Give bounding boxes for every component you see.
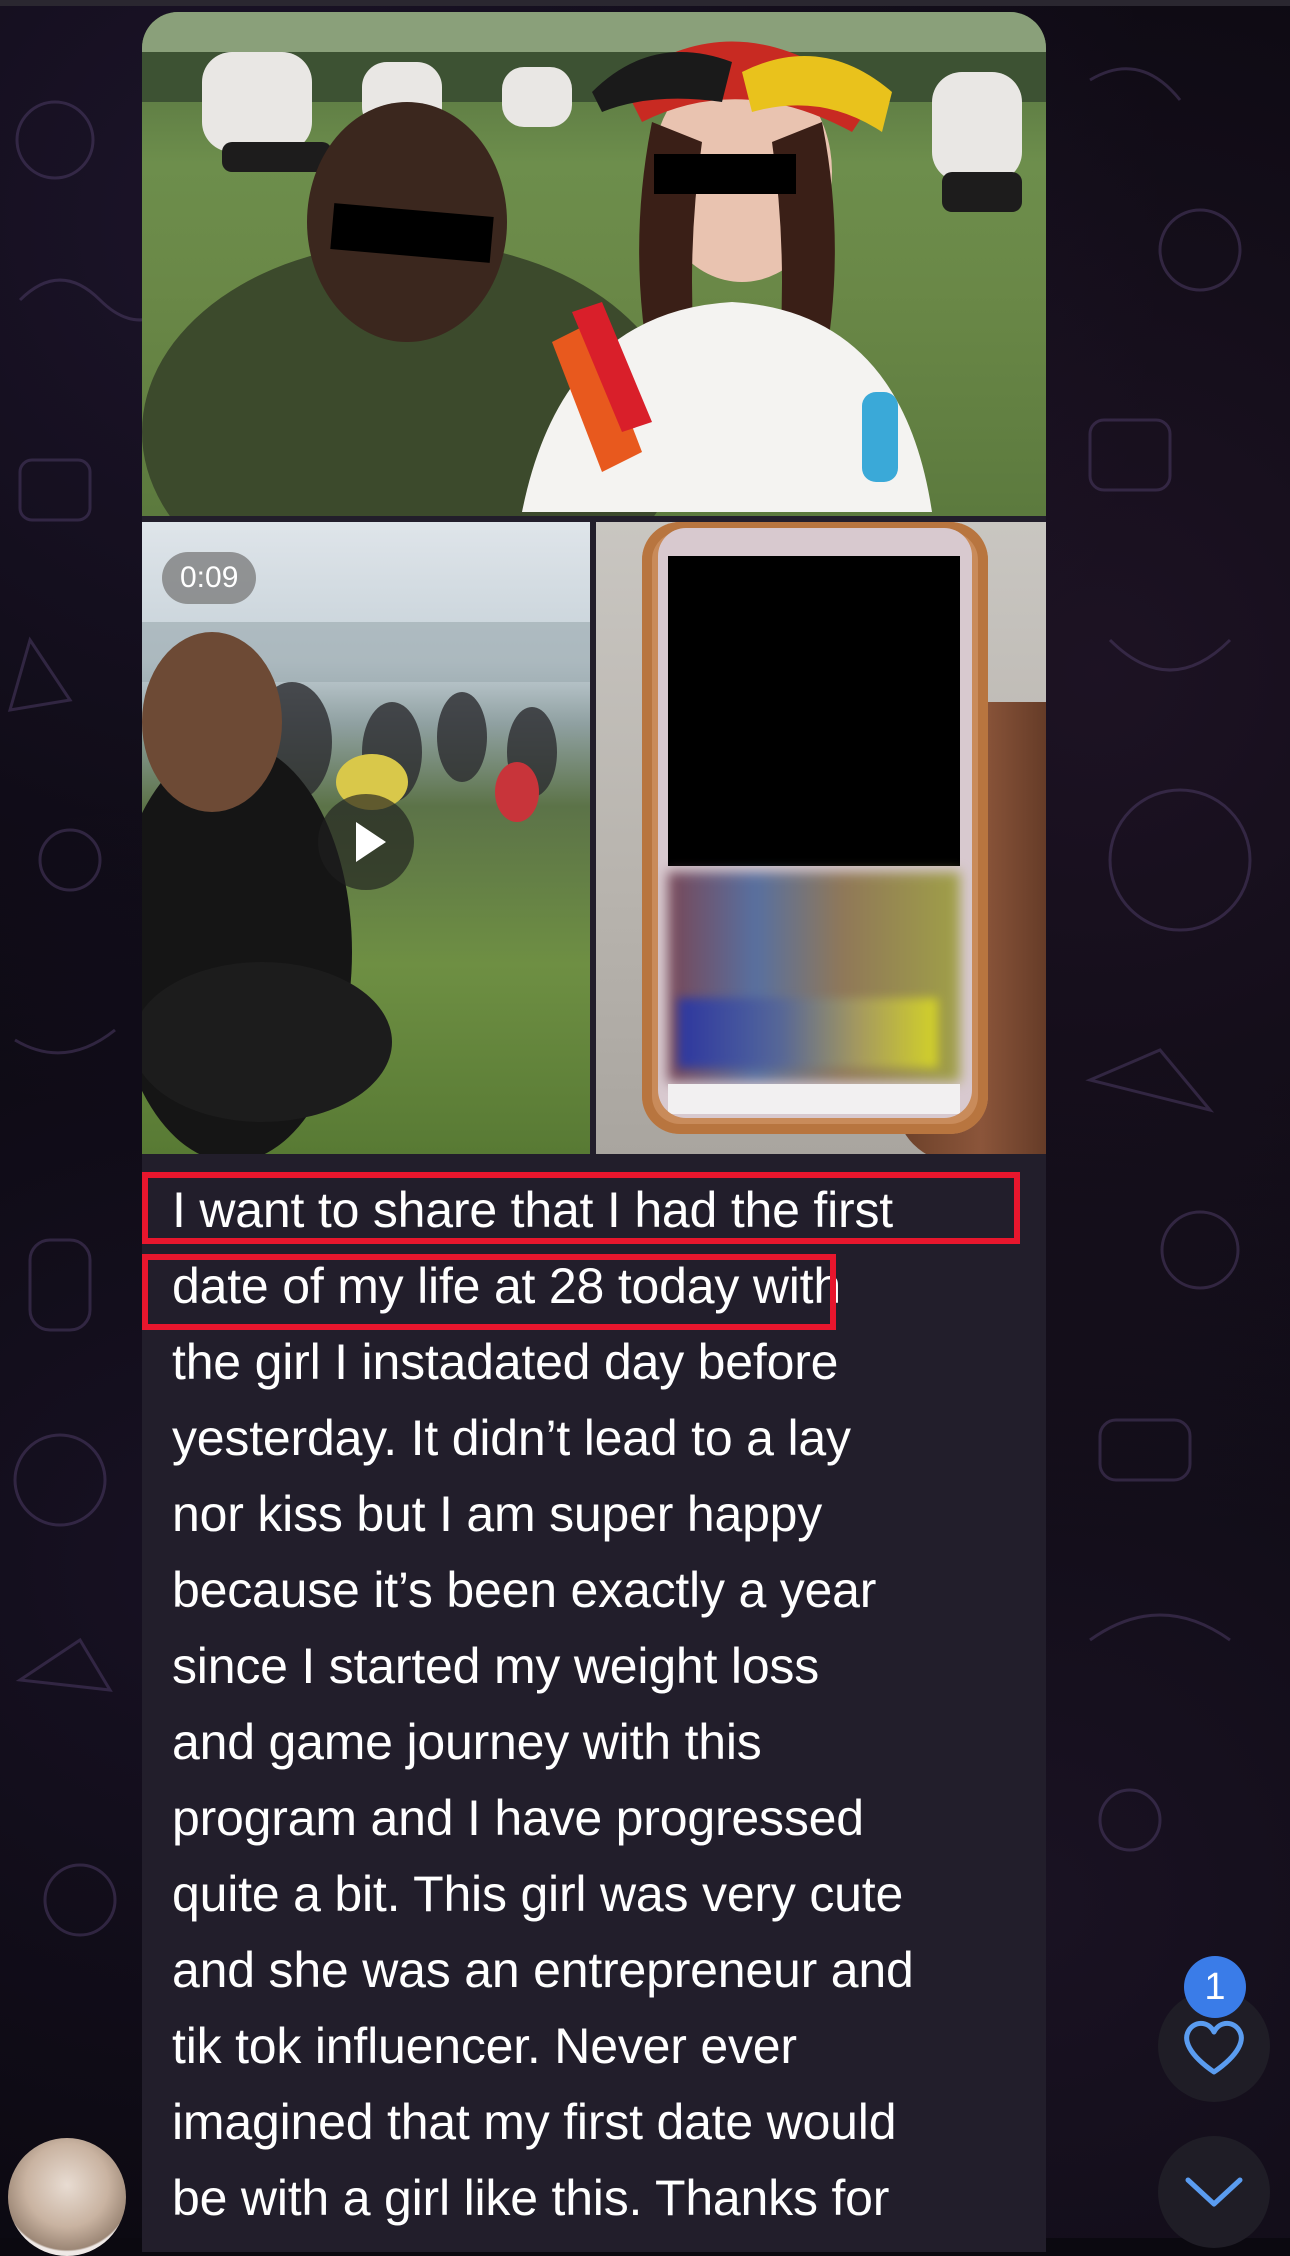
caption-line: quite a bit. This girl was very cute — [172, 1866, 904, 1922]
caption-line: nor kiss but I am super happy — [172, 1486, 823, 1542]
play-button[interactable] — [318, 794, 414, 890]
caption-line: yesterday. It didn’t lead to a lay — [172, 1410, 851, 1466]
message-text: I want to share that I had the first dat… — [172, 1172, 1032, 2236]
highlight-box — [142, 1254, 836, 1330]
caption-line: and she was an entrepreneur and — [172, 1942, 914, 1998]
caption-line: because it’s been exactly a year — [172, 1562, 877, 1618]
caption-line: since I started my weight loss — [172, 1638, 820, 1694]
video-duration-badge: 0:09 — [162, 552, 257, 604]
sender-avatar[interactable] — [8, 2138, 126, 2256]
blurred-content — [678, 998, 938, 1068]
reaction-count-badge: 1 — [1184, 1956, 1246, 2018]
caption-line: program and I have progressed — [172, 1790, 864, 1846]
phone-screen — [658, 528, 972, 1118]
caption-line: the girl I instadated day before — [172, 1334, 839, 1390]
phone-nav-bar — [668, 1084, 960, 1114]
caption-line: and game journey with this — [172, 1714, 762, 1770]
photo-phone[interactable] — [596, 522, 1046, 1154]
highlight-box — [142, 1172, 1020, 1244]
caption-line: tik tok influencer. Never ever — [172, 2018, 797, 2074]
play-icon — [356, 822, 386, 862]
message-bubble[interactable]: 0:09 I want to share that I had the firs… — [142, 12, 1046, 2252]
caption-line: be with a girl like this. Thanks for — [172, 2170, 890, 2226]
phone-device — [642, 522, 988, 1134]
chevron-down-icon — [1185, 2177, 1243, 2207]
caption-line: imagined that my first date would — [172, 2094, 897, 2150]
censor-bar — [654, 154, 796, 194]
photo-selfie[interactable] — [142, 12, 1046, 516]
scroll-down-button[interactable] — [1158, 2136, 1270, 2248]
status-divider — [0, 0, 1290, 6]
censor-block — [668, 556, 960, 866]
selfie-scene — [142, 12, 1046, 516]
video-thumbnail[interactable]: 0:09 — [142, 522, 590, 1154]
